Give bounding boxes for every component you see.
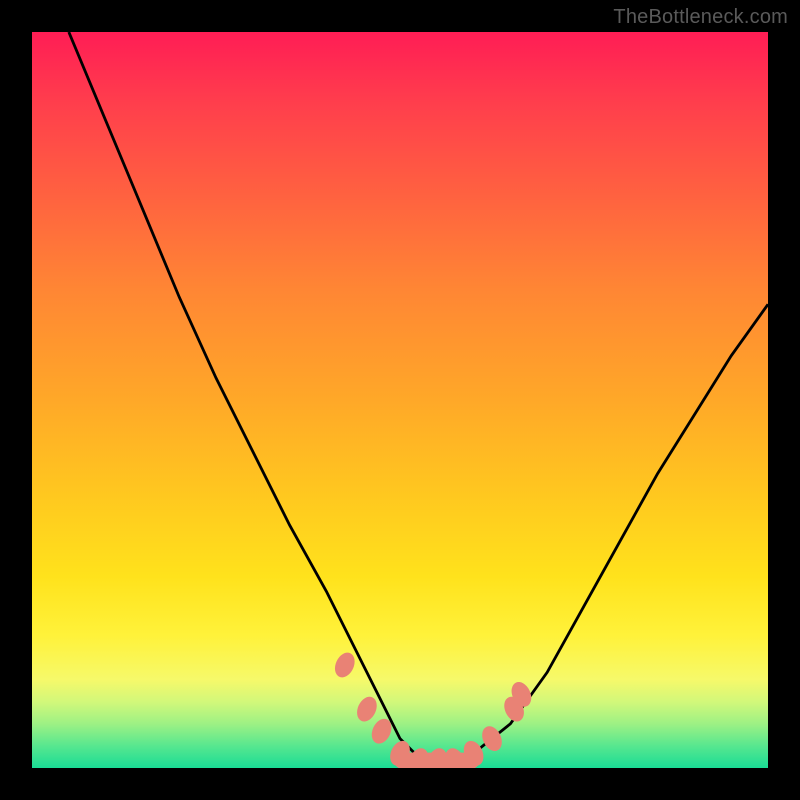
marker-point bbox=[353, 694, 380, 725]
watermark-text: TheBottleneck.com bbox=[613, 6, 788, 29]
marker-point bbox=[478, 723, 505, 754]
chart-frame: TheBottleneck.com bbox=[0, 0, 800, 800]
marker-point bbox=[331, 649, 358, 680]
chart-svg bbox=[32, 32, 768, 768]
plot-area bbox=[32, 32, 768, 768]
bottleneck-curve bbox=[69, 32, 768, 761]
curve-markers bbox=[331, 649, 535, 768]
